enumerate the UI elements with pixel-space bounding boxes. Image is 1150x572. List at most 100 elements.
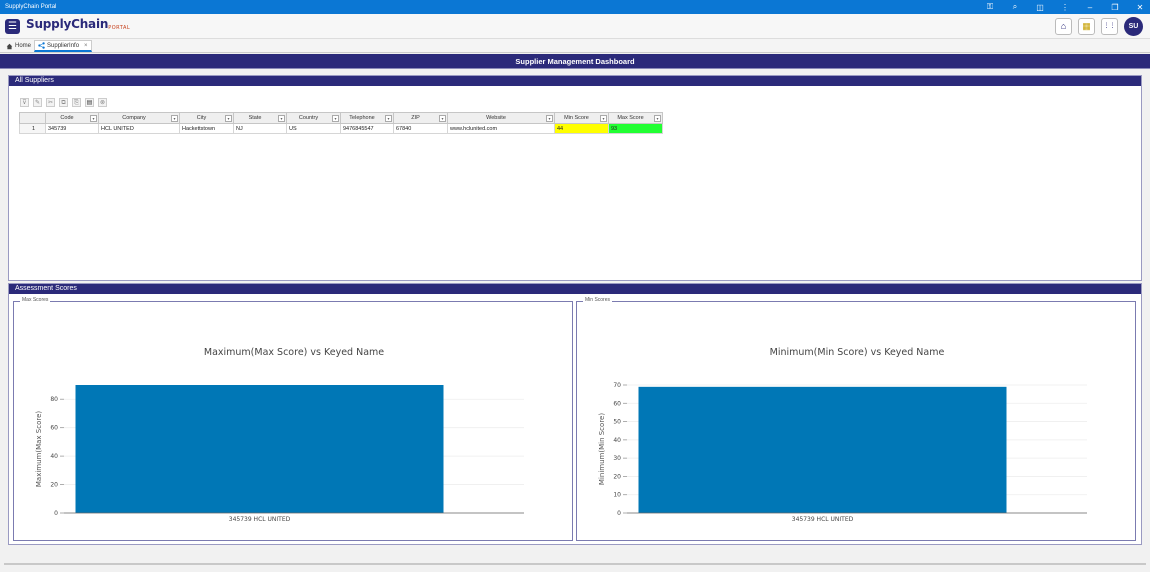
minimize-button[interactable]: – [1084,3,1096,12]
app-button[interactable]: ▦ [1078,18,1095,35]
cell-telephone[interactable]: 9476845547 [340,123,394,134]
y-tick-label: 40 [613,437,621,444]
logo-subtext: PORTAL [108,25,131,31]
tab-bar: Home SupplierInfo × [0,39,1150,53]
close-button[interactable]: ✕ [1134,3,1146,12]
column-filter-icon[interactable]: ▾ [385,115,392,122]
key-icon[interactable]: ⚿ [984,2,996,12]
bar [638,386,1007,513]
column-header-label: Company [122,115,146,121]
cell-zip[interactable]: 67840 [393,123,448,134]
cell-max-score[interactable]: 93 [608,123,663,134]
min-scores-chart-box: Min Scores Minimum(Min Score) vs Keyed N… [576,297,1136,541]
y-tick-label: 0 [617,510,621,517]
column-header[interactable]: ZIP ▾ [393,112,448,124]
column-filter-icon[interactable]: ▾ [278,115,285,122]
column-filter-icon[interactable]: ▾ [654,115,661,122]
zoom-icon[interactable]: ⌕ [1009,2,1021,12]
tab-supplierinfo-label: SupplierInfo [47,42,80,49]
more-icon[interactable]: ⋮ [1059,3,1071,12]
scores-panel-title: Assessment Scores [9,284,1141,294]
column-filter-icon[interactable]: ▾ [90,115,97,122]
home-button[interactable]: ⌂ [1055,18,1072,35]
table-row[interactable]: 1 345739 HCL UNITED Hackettstown NJ US 9… [19,123,663,134]
y-tick-label: 60 [613,400,621,407]
export-icon[interactable]: ▤ [85,98,94,107]
cell-website[interactable]: www.hclunited.com [447,123,555,134]
y-tick-label: 20 [50,482,58,489]
scores-panel: Assessment Scores Max Scores Maximum(Max… [8,283,1142,545]
user-avatar[interactable]: SU [1124,17,1143,36]
column-header-label: Website [486,115,506,121]
row-number-header [19,112,46,124]
column-header[interactable]: State ▾ [233,112,287,124]
window-titlebar: SupplyChain Portal ⚿ ⌕ ◫ ⋮ – ❐ ✕ [0,0,1150,14]
column-header-label: State [248,115,262,121]
column-filter-icon[interactable]: ▾ [600,115,607,122]
min-score-chart: Minimum(Min Score) vs Keyed Name 0 10 20 30 4… [598,347,1087,523]
extension-icon[interactable]: ◫ [1034,3,1046,12]
column-header[interactable]: Min Score ▾ [554,112,609,124]
tab-close-icon[interactable]: × [84,43,88,49]
cell-min-score[interactable]: 44 [554,123,609,134]
y-tick-label: 10 [613,492,621,499]
column-header[interactable]: Website ▾ [447,112,555,124]
bar [75,385,444,513]
grid-menu-button[interactable]: ⋮⋮ [1101,18,1118,35]
cell-code[interactable]: 345739 [45,123,99,134]
bottom-border [4,563,1146,565]
column-header-label: Code [60,115,74,121]
max-score-chart: Maximum(Max Score) vs Keyed Name 0 20 40 60 8… [35,347,524,523]
suppliers-panel-title: All Suppliers [9,76,1141,86]
suppliers-panel: All Suppliers ⊽ ✎ ✂ ⧉ ⎘ ▤ ⊗ Code ▾ Compan… [8,75,1142,281]
y-axis-label: Minimum(Min Score) [598,413,606,485]
column-filter-icon[interactable]: ▾ [439,115,446,122]
delete-icon[interactable]: ⊗ [98,98,107,107]
cell-city[interactable]: Hackettstown [179,123,234,134]
tab-home-label: Home [15,43,32,49]
column-header[interactable]: Code ▾ [45,112,99,124]
column-filter-icon[interactable]: ▾ [225,115,232,122]
suppliers-table: Code ▾ Company ▾ City ▾ State ▾ Country ▾ Tel… [19,112,663,134]
paste-icon[interactable]: ⎘ [72,98,81,107]
column-filter-icon[interactable]: ▾ [171,115,178,122]
y-tick-label: 80 [50,396,58,403]
column-header[interactable]: City ▾ [179,112,234,124]
filter-icon[interactable]: ⊽ [20,98,29,107]
y-tick-label: 20 [613,473,621,480]
app-header: ☰ SupplyChainPORTAL ⌂ ▦ ⋮⋮ SU [0,14,1150,47]
y-tick-label: 50 [613,419,621,426]
menu-button[interactable]: ☰ [5,19,20,34]
cell-company[interactable]: HCL UNITED [98,123,180,134]
column-filter-icon[interactable]: ▾ [546,115,553,122]
window-title: SupplyChain Portal [5,4,57,10]
column-header-label: Max Score [617,115,644,121]
column-header-label: ZIP [411,115,420,121]
app-logo[interactable]: SupplyChainPORTAL [26,17,130,31]
copy-icon[interactable]: ⧉ [59,98,68,107]
column-header[interactable]: Telephone ▾ [340,112,394,124]
column-header-label: City [196,115,207,121]
cut-icon[interactable]: ✂ [46,98,55,107]
restore-button[interactable]: ❐ [1109,3,1121,12]
column-header[interactable]: Country ▾ [286,112,341,124]
cell-country[interactable]: US [286,123,341,134]
max-scores-chart-box: Max Scores Maximum(Max Score) vs Keyed N… [13,297,573,541]
column-header-label: Telephone [349,115,375,121]
tab-home[interactable]: Home [3,40,34,52]
chart-title: Minimum(Min Score) vs Keyed Name [770,347,945,358]
chart-title: Maximum(Max Score) vs Keyed Name [204,347,384,358]
edit-icon[interactable]: ✎ [33,98,42,107]
column-header[interactable]: Max Score ▾ [608,112,663,124]
table-header-row: Code ▾ Company ▾ City ▾ State ▾ Country ▾ Tel… [19,112,663,124]
logo-text: SupplyChain [26,17,109,31]
grid-toolbar: ⊽ ✎ ✂ ⧉ ⎘ ▤ ⊗ [20,98,107,107]
y-tick-label: 70 [613,382,621,389]
share-icon [38,42,45,49]
column-header[interactable]: Company ▾ [98,112,180,124]
home-icon [6,43,13,49]
cell-state[interactable]: NJ [233,123,287,134]
tab-supplierinfo[interactable]: SupplierInfo × [34,40,92,52]
dashboard-title: Supplier Management Dashboard [0,54,1150,69]
column-filter-icon[interactable]: ▾ [332,115,339,122]
